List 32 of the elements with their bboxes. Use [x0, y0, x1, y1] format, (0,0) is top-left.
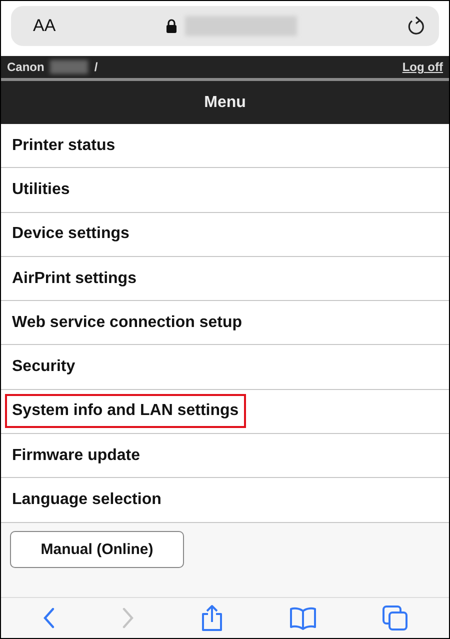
menu-title: Menu	[204, 94, 246, 112]
menu-item-label: System info and LAN settings	[5, 394, 246, 428]
menu-item[interactable]: Security	[1, 345, 449, 390]
menu-item[interactable]: AirPrint settings	[1, 256, 449, 302]
menu-item-label: Printer status	[11, 136, 116, 156]
menu-item[interactable]: Utilities	[1, 168, 449, 213]
book-icon[interactable]	[288, 606, 317, 630]
menu-item[interactable]: System info and LAN settings	[1, 390, 449, 434]
reload-icon[interactable]	[407, 16, 425, 36]
menu-item-label: Language selection	[11, 490, 162, 510]
share-icon[interactable]	[200, 604, 223, 632]
menu-item[interactable]: Printer status	[1, 124, 449, 168]
menu-item-label: Firmware update	[11, 446, 142, 466]
tabs-icon[interactable]	[382, 604, 408, 631]
menu-item[interactable]: Device settings	[1, 212, 449, 257]
blurred-model	[50, 60, 88, 74]
menu-item-label: Security	[11, 357, 76, 378]
menu-item-label: Utilities	[11, 180, 71, 200]
menu-item-label: Device settings	[11, 224, 130, 244]
menu-item-label: AirPrint settings	[11, 268, 138, 289]
brand-name: Canon	[7, 60, 44, 74]
menu-item-label: Web service connection setup	[11, 312, 243, 333]
text-size-button[interactable]: AA	[33, 16, 56, 36]
log-off-link[interactable]: Log off	[402, 60, 443, 74]
address-bar[interactable]: AA	[11, 6, 439, 46]
lock-icon	[166, 19, 177, 33]
back-icon[interactable]	[42, 606, 56, 629]
menu-item[interactable]: Web service connection setup	[1, 301, 449, 346]
separator: /	[94, 60, 98, 74]
manual-button[interactable]: Manual (Online)	[10, 530, 184, 568]
menu-item[interactable]: Language selection	[1, 478, 449, 523]
menu-item[interactable]: Firmware update	[1, 434, 449, 478]
